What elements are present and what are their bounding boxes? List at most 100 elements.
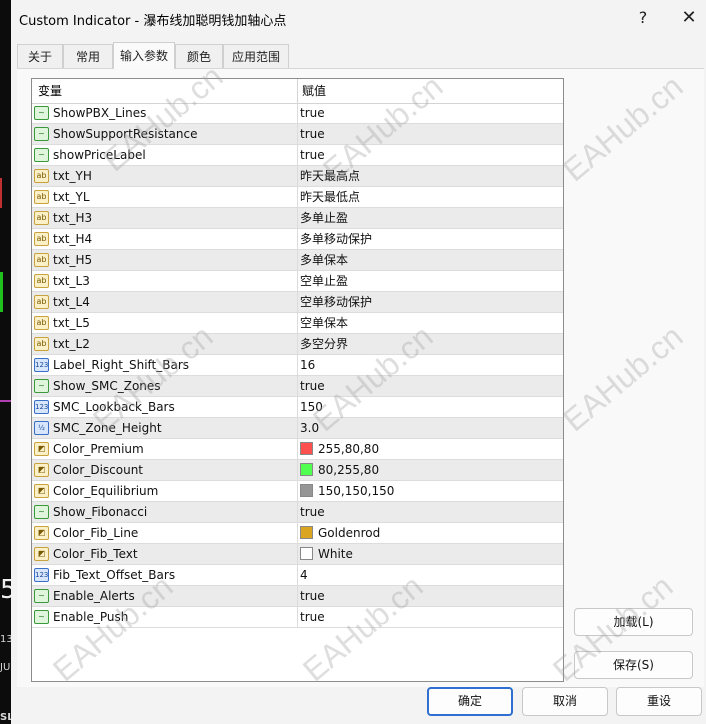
table-row[interactable]: ab txt_H3 多单止盈 bbox=[32, 208, 563, 229]
parameter-value[interactable]: 多单移动保护 bbox=[300, 229, 372, 249]
table-row[interactable]: ◩ Color_Premium 255,80,80 bbox=[32, 439, 563, 460]
parameter-value[interactable]: true bbox=[300, 376, 325, 396]
parameter-name: Fib_Text_Offset_Bars bbox=[53, 568, 176, 582]
color-swatch[interactable] bbox=[300, 463, 313, 476]
parameter-value[interactable]: 空单止盈 bbox=[300, 271, 348, 291]
parameter-value[interactable]: true bbox=[300, 145, 325, 165]
column-divider bbox=[297, 502, 298, 522]
table-row[interactable]: ab txt_YL 昨天最低点 bbox=[32, 187, 563, 208]
parameter-value[interactable]: 昨天最低点 bbox=[300, 187, 360, 207]
parameter-name: txt_L4 bbox=[53, 295, 90, 309]
table-row[interactable]: 123 Label_Right_Shift_Bars 16 bbox=[32, 355, 563, 376]
table-row[interactable]: ~ Show_Fibonacci true bbox=[32, 502, 563, 523]
parameter-value[interactable]: 3.0 bbox=[300, 418, 319, 438]
parameter-value[interactable]: 多单止盈 bbox=[300, 208, 348, 228]
parameter-value[interactable]: 空单移动保护 bbox=[300, 292, 372, 312]
save-button[interactable]: 保存(S) bbox=[574, 651, 693, 679]
table-row[interactable]: ~ ShowSupportResistance true bbox=[32, 124, 563, 145]
parameter-name: showPriceLabel bbox=[53, 148, 146, 162]
parameter-value[interactable]: 空单保本 bbox=[300, 313, 348, 333]
tab-inputs[interactable]: 输入参数 bbox=[113, 42, 175, 69]
header-value[interactable]: 赋值 bbox=[302, 79, 326, 103]
table-row[interactable]: ab txt_H4 多单移动保护 bbox=[32, 229, 563, 250]
parameter-value[interactable]: 255,80,80 bbox=[318, 439, 379, 459]
cancel-button[interactable]: 取消 bbox=[522, 687, 608, 716]
color-swatch[interactable] bbox=[300, 484, 313, 497]
chart-label: JU bbox=[0, 662, 11, 673]
table-row[interactable]: ab txt_L4 空单移动保护 bbox=[32, 292, 563, 313]
parameter-value[interactable]: Goldenrod bbox=[318, 523, 380, 543]
bool-type-icon: ~ bbox=[34, 106, 49, 120]
integer-type-icon: 123 bbox=[34, 568, 49, 582]
table-row[interactable]: ◩ Color_Fib_Line Goldenrod bbox=[32, 523, 563, 544]
parameter-value[interactable]: 80,255,80 bbox=[318, 460, 379, 480]
parameter-value[interactable]: true bbox=[300, 103, 325, 123]
table-row[interactable]: ~ Show_SMC_Zones true bbox=[32, 376, 563, 397]
parameter-value[interactable]: 多单保本 bbox=[300, 250, 348, 270]
color-type-icon: ◩ bbox=[34, 526, 49, 540]
table-row[interactable]: ~ Enable_Push true bbox=[32, 607, 563, 628]
column-divider bbox=[297, 334, 298, 354]
parameter-value[interactable]: 150 bbox=[300, 397, 323, 417]
color-swatch[interactable] bbox=[300, 547, 313, 560]
parameters-grid[interactable]: 变量 赋值 ~ ShowPBX_Lines true ~ ShowSupportResi… bbox=[31, 78, 564, 682]
load-button[interactable]: 加载(L) bbox=[574, 608, 693, 636]
table-row[interactable]: ~ Enable_Alerts true bbox=[32, 586, 563, 607]
chart-label: 13 bbox=[0, 634, 11, 645]
parameter-value[interactable]: true bbox=[300, 124, 325, 144]
grid-rows: ~ ShowPBX_Lines true ~ ShowSupportResistance… bbox=[32, 103, 563, 628]
parameter-value[interactable]: 16 bbox=[300, 355, 315, 375]
table-row[interactable]: ◩ Color_Discount 80,255,80 bbox=[32, 460, 563, 481]
parameter-value[interactable]: true bbox=[300, 502, 325, 522]
table-row[interactable]: ◩ Color_Fib_Text White bbox=[32, 544, 563, 565]
bool-type-icon: ~ bbox=[34, 148, 49, 162]
string-type-icon: ab bbox=[34, 316, 49, 330]
table-row[interactable]: ab txt_L2 多空分界 bbox=[32, 334, 563, 355]
parameter-value[interactable]: White bbox=[318, 544, 353, 564]
column-divider bbox=[297, 523, 298, 543]
parameter-value[interactable]: 150,150,150 bbox=[318, 481, 394, 501]
parameter-value[interactable]: 多空分界 bbox=[300, 334, 348, 354]
column-divider bbox=[297, 271, 298, 291]
color-swatch[interactable] bbox=[300, 526, 313, 539]
parameter-value[interactable]: 4 bbox=[300, 565, 308, 585]
table-row[interactable]: ab txt_H5 多单保本 bbox=[32, 250, 563, 271]
table-row[interactable]: ab txt_L5 空单保本 bbox=[32, 313, 563, 334]
table-row[interactable]: ~ showPriceLabel true bbox=[32, 145, 563, 166]
tab-about[interactable]: 关于 bbox=[17, 44, 63, 68]
custom-indicator-dialog: Custom Indicator - 瀑布线加聪明钱加轴心点 ? ✕ 关于 常用… bbox=[11, 0, 706, 724]
tab-visualization[interactable]: 应用范围 bbox=[223, 44, 289, 68]
table-row[interactable]: ~ ShowPBX_Lines true bbox=[32, 103, 563, 124]
column-divider bbox=[297, 313, 298, 333]
bool-type-icon: ~ bbox=[34, 589, 49, 603]
table-row[interactable]: ab txt_YH 昨天最高点 bbox=[32, 166, 563, 187]
bool-type-icon: ~ bbox=[34, 610, 49, 624]
parameter-name: txt_L3 bbox=[53, 274, 90, 288]
reset-button[interactable]: 重设 bbox=[616, 687, 702, 716]
help-button[interactable]: ? bbox=[629, 6, 657, 30]
background-chart-strip: 5 13 JU SL bbox=[0, 0, 11, 724]
table-row[interactable]: 123 SMC_Lookback_Bars 150 bbox=[32, 397, 563, 418]
table-row[interactable]: ½ SMC_Zone_Height 3.0 bbox=[32, 418, 563, 439]
parameter-value[interactable]: true bbox=[300, 586, 325, 606]
title-bar[interactable]: Custom Indicator - 瀑布线加聪明钱加轴心点 ? ✕ bbox=[11, 0, 706, 36]
ok-button[interactable]: 确定 bbox=[427, 687, 513, 716]
column-divider bbox=[297, 103, 298, 123]
table-row[interactable]: ab txt_L3 空单止盈 bbox=[32, 271, 563, 292]
column-divider bbox=[297, 418, 298, 438]
tab-colors[interactable]: 颜色 bbox=[175, 44, 223, 68]
column-divider bbox=[297, 250, 298, 270]
column-divider bbox=[297, 397, 298, 417]
tab-common[interactable]: 常用 bbox=[63, 44, 113, 68]
column-divider bbox=[297, 544, 298, 564]
double-type-icon: ½ bbox=[34, 421, 49, 435]
table-row[interactable]: 123 Fib_Text_Offset_Bars 4 bbox=[32, 565, 563, 586]
parameter-value[interactable]: true bbox=[300, 607, 325, 627]
parameter-name: txt_L5 bbox=[53, 316, 90, 330]
close-button[interactable]: ✕ bbox=[675, 6, 703, 30]
header-variable[interactable]: 变量 bbox=[38, 79, 62, 103]
color-swatch[interactable] bbox=[300, 442, 313, 455]
column-divider bbox=[297, 355, 298, 375]
table-row[interactable]: ◩ Color_Equilibrium 150,150,150 bbox=[32, 481, 563, 502]
parameter-value[interactable]: 昨天最高点 bbox=[300, 166, 360, 186]
